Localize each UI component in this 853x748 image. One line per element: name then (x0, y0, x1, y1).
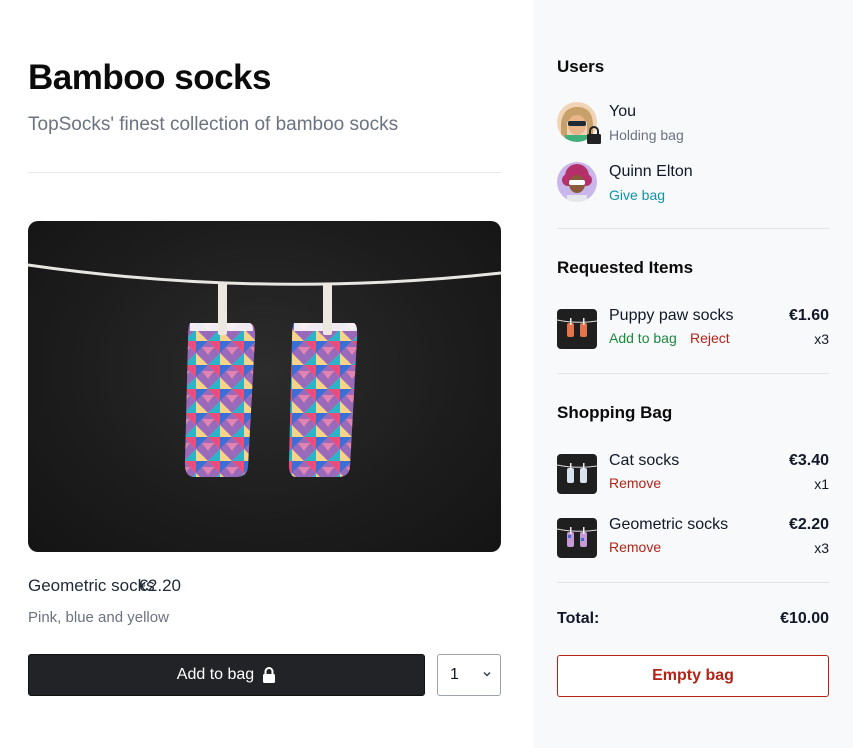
socks-on-clothesline-image (28, 263, 501, 477)
avatar (557, 162, 597, 202)
item-quantity: x3 (814, 540, 829, 556)
bag-item: Geometric socks €2.20 Remove x3 (557, 516, 829, 560)
give-bag-link[interactable]: Give bag (609, 187, 665, 203)
product-color: Pink, blue and yellow (28, 609, 169, 626)
total-value: €10.00 (780, 610, 829, 627)
empty-bag-button[interactable]: Empty bag (557, 655, 829, 697)
shopping-bag-title: Shopping Bag (557, 403, 673, 422)
user-status: Holding bag (609, 127, 684, 143)
add-to-bag-button[interactable]: Add to bag (28, 654, 425, 696)
socks-thumbnail-icon (557, 318, 597, 337)
product-name: Geometric socks (28, 576, 155, 595)
item-thumbnail (557, 309, 597, 349)
divider (557, 373, 829, 374)
quantity-select[interactable]: 1 (437, 654, 501, 696)
chevron-down-icon (483, 671, 491, 677)
page-title: Bamboo socks (28, 58, 271, 97)
user-you: You Holding bag (557, 102, 829, 146)
item-name: Puppy paw socks (609, 307, 734, 324)
divider (557, 228, 829, 229)
item-name: Cat socks (609, 452, 680, 469)
item-name: Geometric socks (609, 516, 729, 533)
product-price: €2.20 (138, 576, 181, 595)
user-name: Quinn Elton (609, 163, 693, 180)
item-quantity: x1 (814, 476, 829, 492)
item-thumbnail (557, 518, 597, 558)
total-label: Total: (557, 610, 600, 627)
users-title: Users (557, 57, 605, 76)
item-price: €2.20 (788, 516, 829, 533)
lock-icon (263, 667, 276, 683)
add-to-bag-label: Add to bag (176, 666, 255, 683)
socks-thumbnail-icon (557, 527, 597, 547)
requested-items-title: Requested Items (557, 258, 694, 277)
divider (557, 582, 829, 583)
item-thumbnail (557, 454, 597, 494)
divider (28, 172, 501, 173)
reject-link[interactable]: Reject (690, 330, 730, 346)
sidebar: Users You Holding bag Quinn Elton Give b… (533, 0, 853, 748)
product-image (28, 221, 501, 552)
lock-icon (587, 126, 601, 144)
socks-thumbnail-icon (557, 463, 597, 483)
page-subtitle: TopSocks' finest collection of bamboo so… (28, 114, 399, 135)
user-quinn-elton: Quinn Elton Give bag (557, 162, 829, 206)
bag-item: Cat socks €3.40 Remove x1 (557, 452, 829, 496)
item-quantity: x3 (814, 331, 829, 347)
product-panel: Bamboo socks TopSocks' finest collection… (0, 0, 533, 748)
remove-link[interactable]: Remove (609, 475, 661, 491)
add-to-bag-link[interactable]: Add to bag (609, 330, 677, 346)
item-price: €1.60 (788, 307, 829, 324)
user-name: You (609, 103, 636, 120)
quantity-value: 1 (450, 666, 459, 683)
remove-link[interactable]: Remove (609, 539, 661, 555)
item-price: €3.40 (788, 452, 829, 469)
requested-item: Puppy paw socks €1.60 Add to bag Reject … (557, 307, 829, 351)
avatar-woman-curly-hair (557, 162, 597, 202)
